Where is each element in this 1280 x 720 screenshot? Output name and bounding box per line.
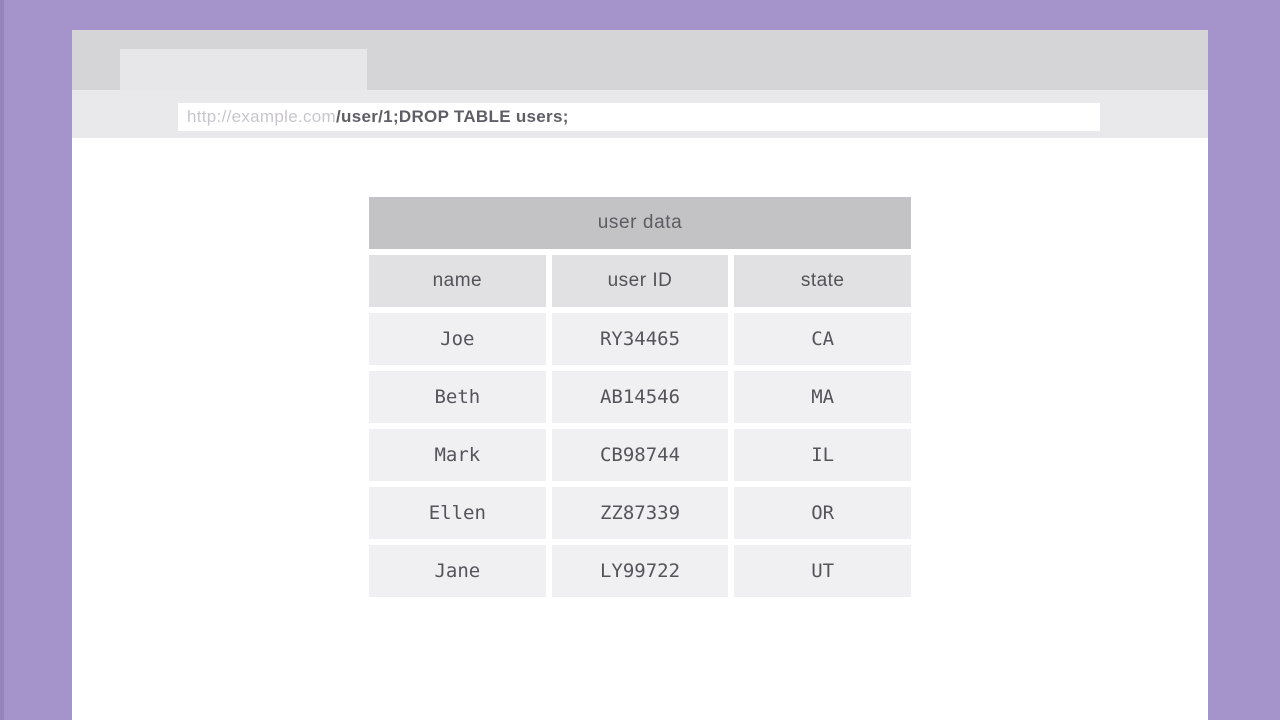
browser-tab[interactable] (120, 49, 367, 90)
table-cell-user-id: AB14546 (552, 371, 729, 423)
table-cell-state: UT (734, 545, 911, 597)
table-cell-user-id: CB98744 (552, 429, 729, 481)
table-grid: name user ID state Joe RY34465 CA Beth A… (369, 255, 911, 597)
column-header-name: name (369, 255, 546, 307)
browser-window: http://example.com/user/1;DROP TABLE use… (72, 30, 1208, 720)
background-edge-strip (0, 0, 4, 720)
table-cell-name: Ellen (369, 487, 546, 539)
table-cell-state: OR (734, 487, 911, 539)
user-data-table: user data name user ID state Joe RY34465… (369, 197, 911, 597)
column-header-state: state (734, 255, 911, 307)
table-cell-state: IL (734, 429, 911, 481)
url-bar-row: http://example.com/user/1;DROP TABLE use… (72, 90, 1208, 138)
table-cell-state: MA (734, 371, 911, 423)
table-cell-user-id: RY34465 (552, 313, 729, 365)
browser-titlebar (72, 30, 1208, 90)
url-injection-path-text: /user/1;DROP TABLE users; (336, 107, 569, 127)
table-cell-user-id: LY99722 (552, 545, 729, 597)
table-cell-name: Mark (369, 429, 546, 481)
url-input[interactable]: http://example.com/user/1;DROP TABLE use… (178, 103, 1100, 131)
table-cell-state: CA (734, 313, 911, 365)
table-cell-user-id: ZZ87339 (552, 487, 729, 539)
column-header-user-id: user ID (552, 255, 729, 307)
table-cell-name: Joe (369, 313, 546, 365)
table-title: user data (369, 197, 911, 249)
table-cell-name: Jane (369, 545, 546, 597)
url-domain-text: http://example.com (187, 107, 336, 127)
table-cell-name: Beth (369, 371, 546, 423)
